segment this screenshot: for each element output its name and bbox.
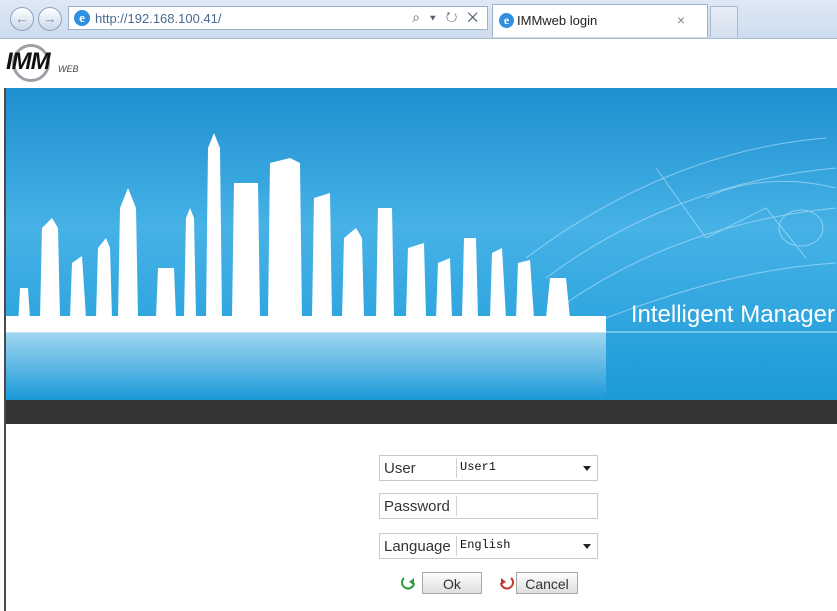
ie-page-icon: e [74,10,90,26]
language-value: English [460,538,511,552]
ie-tab-icon: e [499,13,514,28]
address-url[interactable]: http://192.168.100.41/ [95,11,222,26]
language-divider [456,536,457,556]
immweb-logo: IMM WEB [6,44,116,84]
logo-text: IMM [6,48,51,75]
cancel-arrow-icon [500,577,514,590]
logo-subtext: WEB [58,64,79,74]
back-button[interactable]: ← [10,7,34,31]
forward-arrow-icon: → [43,11,57,26]
ok-button[interactable]: Ok [422,572,482,594]
cancel-button[interactable]: Cancel [516,572,578,594]
password-input[interactable] [458,496,598,516]
ok-arrow-icon [401,577,415,590]
user-divider [456,458,457,478]
banner-image: Intelligent Manager [6,88,837,400]
user-select[interactable]: User User1 [379,455,598,481]
language-select[interactable]: Language English [379,533,598,559]
city-skyline-graphic [6,133,837,398]
banner-tagline: Intelligent Manager [630,301,835,328]
banner-dark-bar [6,400,837,424]
language-label: Language [384,538,451,555]
forward-button[interactable]: → [38,7,62,31]
chevron-down-icon[interactable] [583,466,591,471]
browser-toolbar: ← → e http://192.168.100.41/ ⌕ ▾ ↻ ✕ e I… [0,0,837,39]
password-divider [456,496,457,516]
new-tab-button[interactable] [710,6,738,37]
address-tools[interactable]: ⌕ ▾ ↻ ✕ [412,9,481,26]
user-label: User [384,460,416,477]
password-field[interactable]: Password [379,493,598,519]
tab-immweb-login[interactable]: e IMMweb login × [492,4,708,37]
chevron-down-icon[interactable] [583,544,591,549]
back-arrow-icon: ← [15,11,29,26]
password-label: Password [384,498,450,515]
tab-title: IMMweb login [517,13,598,28]
user-value: User1 [460,460,497,474]
tab-close-icon[interactable]: × [677,12,685,28]
address-bar[interactable]: e http://192.168.100.41/ ⌕ ▾ ↻ ✕ [68,6,488,30]
